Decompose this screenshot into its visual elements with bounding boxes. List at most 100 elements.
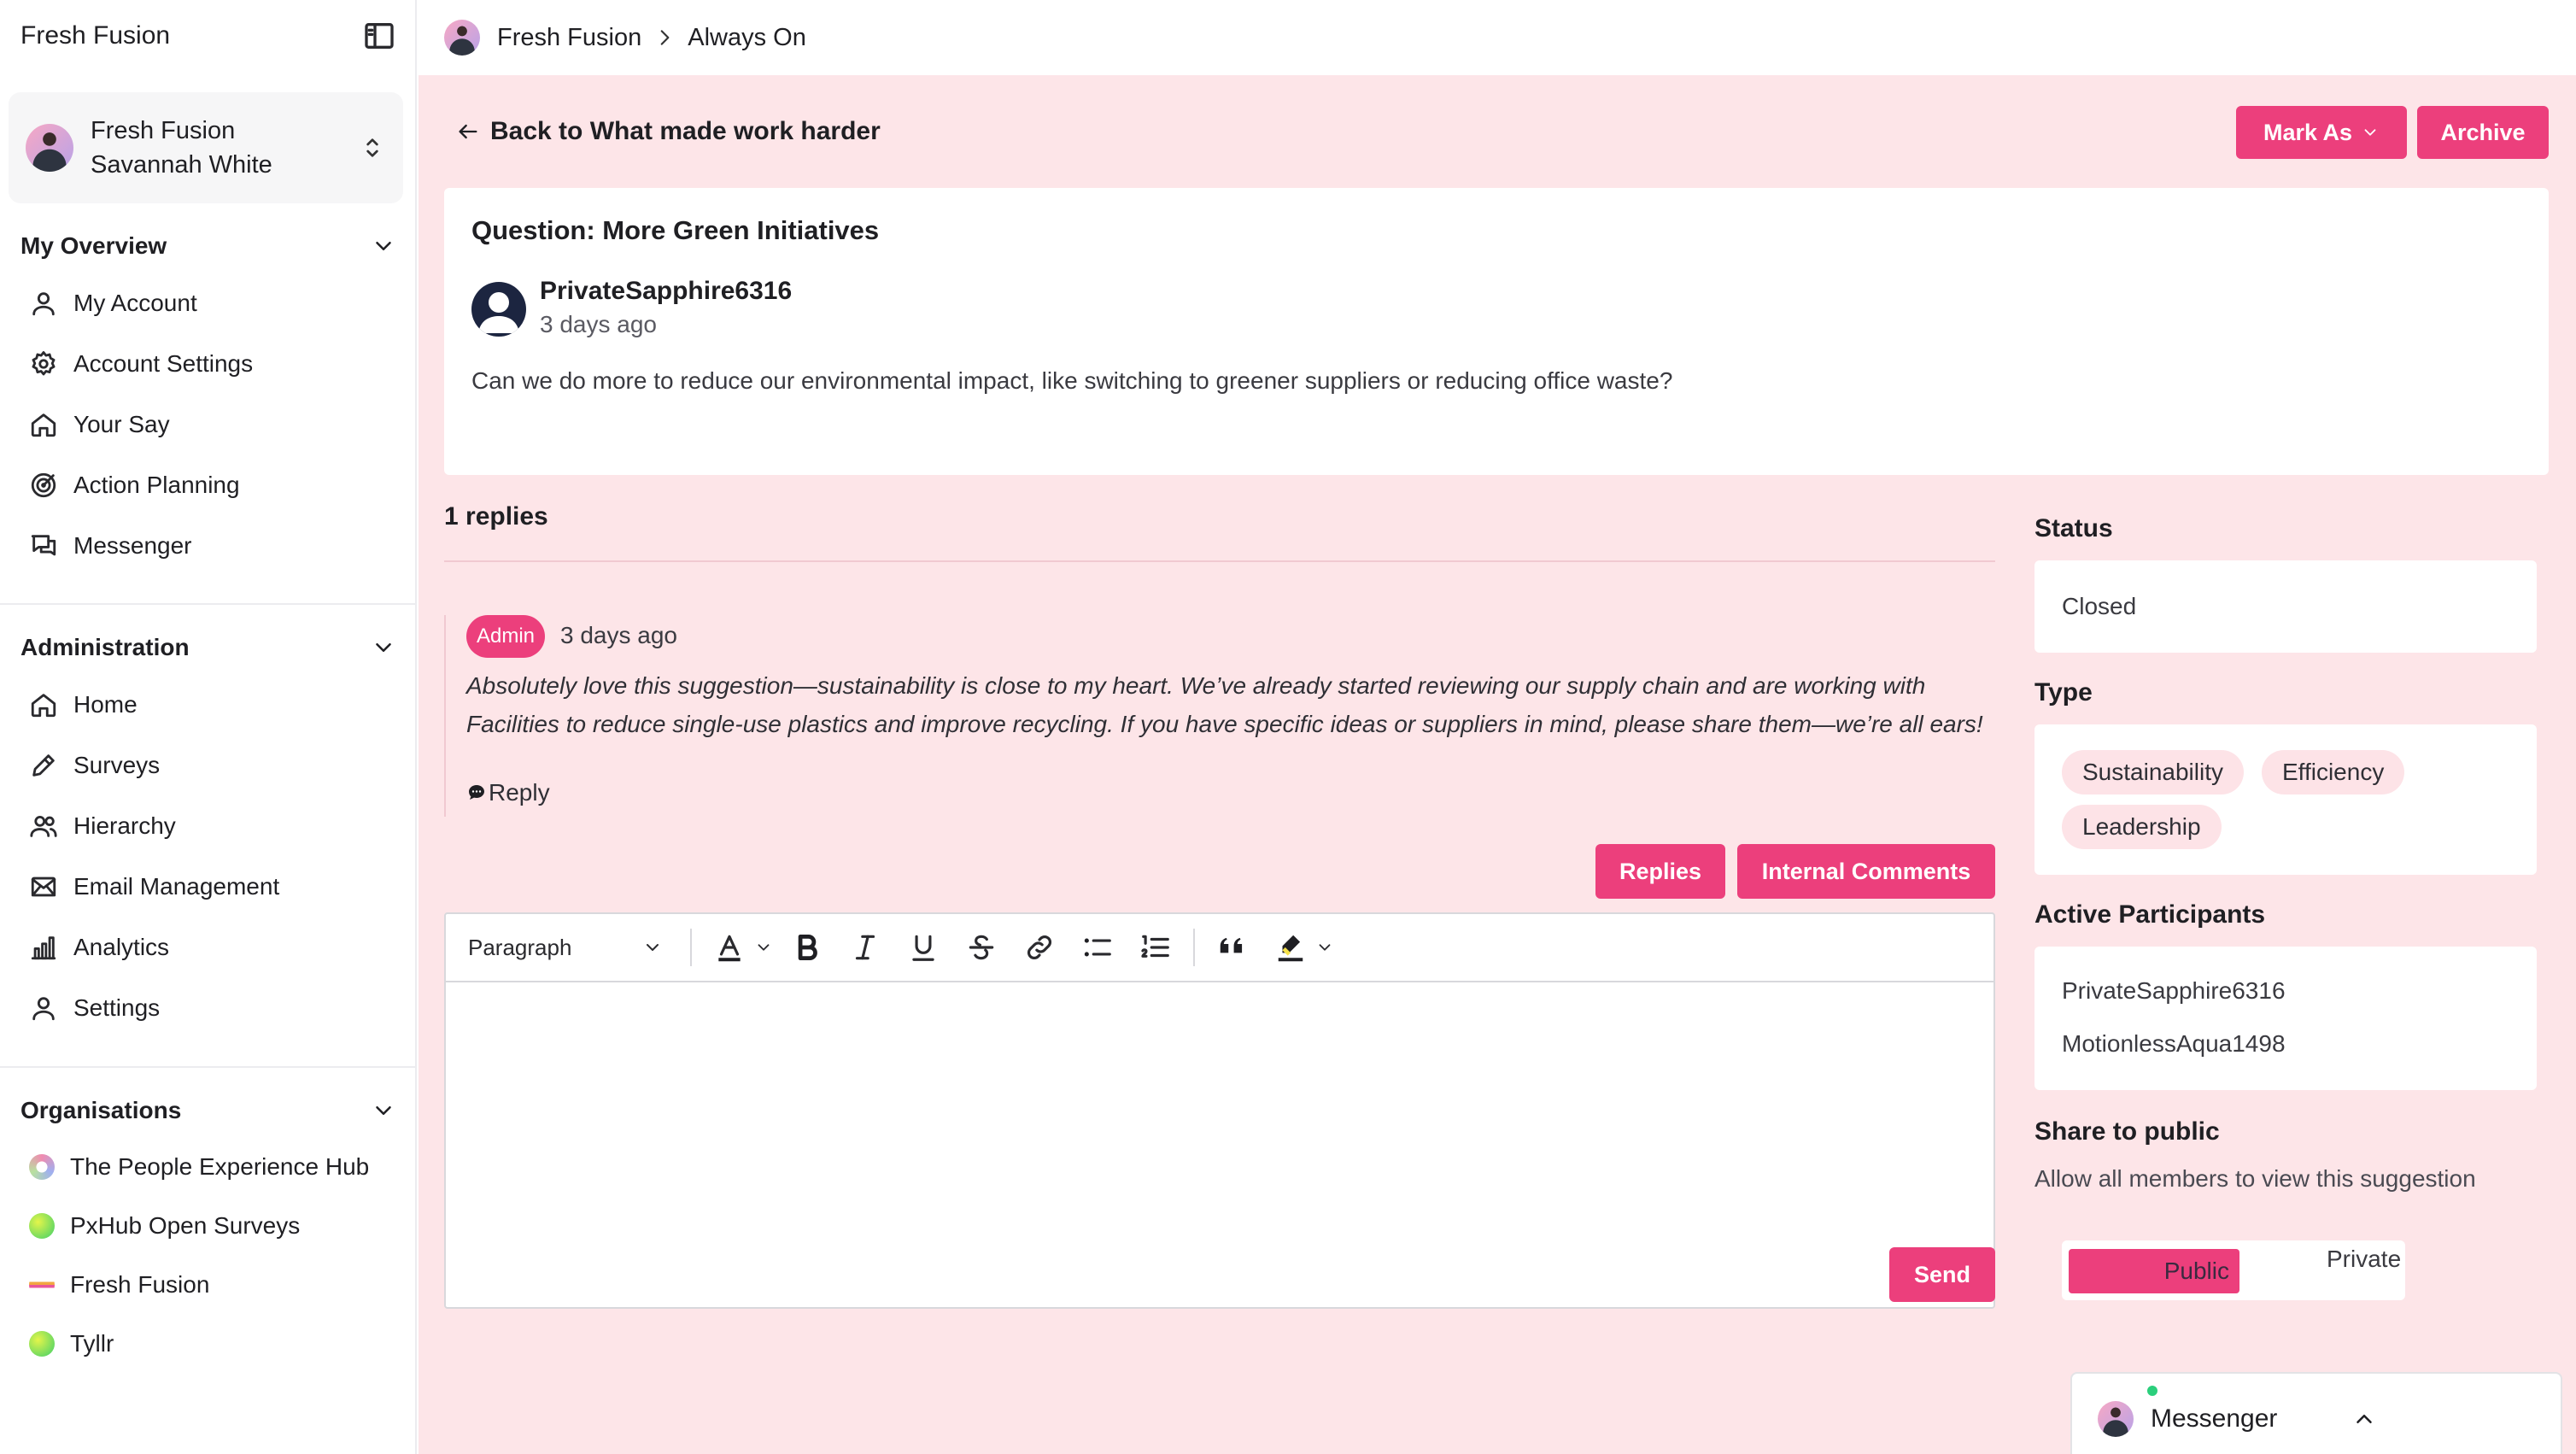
tab-replies[interactable]: Replies [1595,844,1725,899]
org-logo-icon [29,1272,55,1298]
arrow-left-icon [456,120,480,144]
breadcrumb-page: Always On [688,23,806,51]
sidebar-item-your-say[interactable]: Your Say [29,403,396,446]
messenger-label: Messenger [2151,1404,2278,1433]
font-color-icon[interactable] [713,931,746,964]
speech-bubble-icon [466,783,487,803]
admin-badge: Admin [466,615,546,658]
send-button[interactable]: Send [1889,1247,1995,1302]
question-time: 3 days ago [540,311,657,337]
share-description: Allow all members to view this suggestio… [2034,1165,2476,1192]
org-item-label: Tyllr [70,1330,114,1357]
sidebar-divider [0,1066,415,1068]
replies-divider [444,560,1995,562]
italic-icon[interactable] [849,931,881,964]
sidebar-item-my-account[interactable]: My Account [29,282,396,325]
chevron-up-icon[interactable] [2351,1406,2535,1432]
chevron-down-icon [371,233,396,259]
pencil-icon [29,751,58,780]
reply-time: 3 days ago [560,622,677,648]
sidebar-divider [0,603,415,605]
bullet-list-icon[interactable] [1081,931,1114,964]
sidebar-item-home[interactable]: Home [29,683,396,726]
sidebar-item-action-planning[interactable]: Action Planning [29,464,396,507]
question-body: Can we do more to reduce our environment… [471,367,1673,394]
bar-chart-icon [29,933,58,962]
type-tag: Leadership [2062,805,2222,849]
breadcrumb-org[interactable]: Fresh Fusion [497,24,641,52]
org-item-tyllr[interactable]: Tyllr [29,1322,396,1365]
sidebar-item-label: Account Settings [73,350,254,377]
chevron-down-icon [642,937,663,958]
block-format-value: Paragraph [468,934,572,960]
sidebar-item-label: My Account [73,290,197,316]
sidebar-item-surveys[interactable]: Surveys [29,744,396,787]
type-tag: Sustainability [2062,750,2244,794]
account-text: Fresh Fusion Savannah White [91,114,359,182]
type-label: Type [2034,678,2093,706]
chevron-down-icon [371,635,396,660]
sidebar: Fresh Fusion Fresh Fusion Savannah White… [0,0,417,1454]
org-item-pxhub-open-surveys[interactable]: PxHub Open Surveys [29,1205,396,1247]
strikethrough-icon[interactable] [965,931,998,964]
numbered-list-icon[interactable] [1139,931,1172,964]
back-link[interactable]: Back to What made work harder [456,114,881,149]
rich-text-editor: Paragraph [444,912,1995,1309]
blockquote-icon[interactable] [1216,931,1249,964]
account-switcher[interactable]: Fresh Fusion Savannah White [9,92,403,203]
chevron-down-icon [2361,123,2380,142]
sidebar-item-label: Messenger [73,532,192,559]
sidebar-item-label: Home [73,691,138,718]
sidebar-item-label: Analytics [73,934,170,960]
underline-icon[interactable] [907,931,940,964]
mail-icon [29,872,58,901]
chevron-down-icon [371,1098,396,1123]
account-user: Savannah White [91,151,272,179]
tab-internal-comments[interactable]: Internal Comments [1737,844,1995,899]
main-content: Back to What made work harder Mark As Ar… [419,75,2576,1454]
back-link-label: Back to What made work harder [490,117,881,145]
section-organisations[interactable]: Organisations [20,1092,396,1129]
participants-label: Active Participants [2034,900,2266,929]
status-card[interactable]: Closed [2034,560,2537,653]
reply-item: Admin 3 days ago Absolutely love this su… [444,615,1995,817]
share-public-option[interactable]: Public [2069,1249,2239,1293]
chevron-up-down-icon [359,134,386,161]
status-label: Status [2034,514,2113,542]
sidebar-item-account-settings[interactable]: Account Settings [29,343,396,385]
section-title: Administration [20,634,190,660]
org-logo-icon [29,1331,55,1357]
chevron-down-icon[interactable] [754,938,773,957]
section-administration[interactable]: Administration [20,629,396,666]
bold-icon[interactable] [791,931,823,964]
sidebar-item-hierarchy[interactable]: Hierarchy [29,805,396,847]
highlighter-icon[interactable] [1274,931,1307,964]
share-private-option[interactable]: Private [2327,1246,2401,1273]
share-visibility-toggle: Public Private [2062,1240,2405,1300]
chat-icon [29,531,58,560]
section-my-overview[interactable]: My Overview [20,227,396,265]
sidebar-item-email-management[interactable]: Email Management [29,865,396,908]
org-item-people-experience-hub[interactable]: The People Experience Hub [29,1146,396,1188]
chevron-down-icon[interactable] [1315,938,1334,957]
block-format-select[interactable]: Paragraph [468,935,682,961]
sidebar-toggle-icon[interactable] [362,19,396,53]
user-icon [29,994,58,1023]
target-icon [29,471,58,500]
home-icon [29,410,58,439]
sidebar-item-analytics[interactable]: Analytics [29,926,396,969]
breadcrumb: Fresh Fusion Always On [419,0,2576,75]
archive-button[interactable]: Archive [2417,106,2549,159]
link-icon[interactable] [1023,931,1056,964]
reply-link[interactable]: Reply [466,779,550,806]
users-icon [29,812,58,841]
editor-text-area[interactable] [446,984,1993,1309]
messenger-dock[interactable]: Messenger [2070,1372,2562,1454]
sidebar-item-label: Settings [73,994,161,1021]
sidebar-item-settings[interactable]: Settings [29,987,396,1029]
mark-as-button[interactable]: Mark As [2236,106,2407,159]
type-card: Sustainability Efficiency Leadership [2034,724,2537,875]
org-item-fresh-fusion[interactable]: Fresh Fusion [29,1263,396,1306]
sidebar-item-messenger[interactable]: Messenger [29,525,396,567]
section-title: Organisations [20,1097,182,1123]
